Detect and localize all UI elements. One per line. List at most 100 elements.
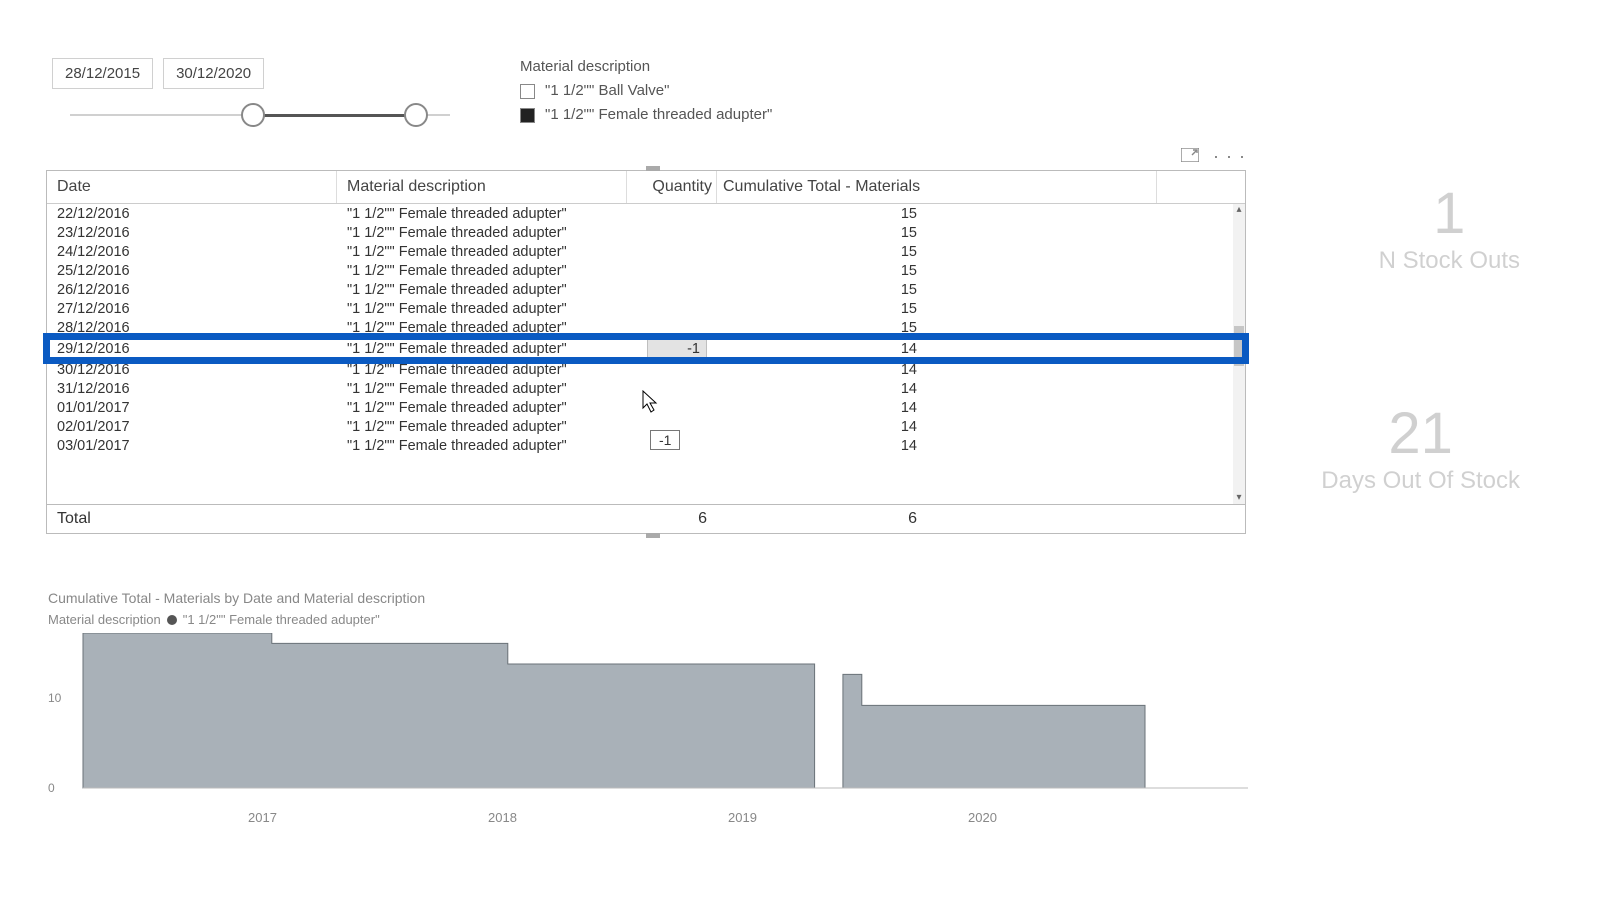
cell-desc: "1 1/2"" Female threaded adupter" (337, 360, 627, 379)
cell-cum: 15 (717, 204, 1157, 223)
legend-marker-icon (167, 615, 177, 625)
cell-cum: 15 (717, 261, 1157, 280)
cell-date: 30/12/2016 (47, 360, 337, 379)
date-from-box[interactable]: 28/12/2015 (52, 58, 153, 89)
cell-qty (627, 288, 717, 291)
more-options-icon[interactable]: · · · (1213, 146, 1246, 167)
total-cum: 6 (717, 505, 1157, 533)
x-axis-tick: 2019 (728, 810, 757, 825)
cell-cum: 14 (717, 436, 1157, 455)
x-axis-tick: 2017 (248, 810, 277, 825)
cell-date: 01/01/2017 (47, 398, 337, 417)
cell-qty (627, 250, 717, 253)
cell-qty (627, 212, 717, 215)
cell-date: 25/12/2016 (47, 261, 337, 280)
cell-date: 31/12/2016 (47, 379, 337, 398)
cell-desc: "1 1/2"" Female threaded adupter" (337, 339, 627, 358)
cell-desc: "1 1/2"" Female threaded adupter" (337, 242, 627, 261)
cell-date: 28/12/2016 (47, 318, 337, 337)
cell-qty (627, 307, 717, 310)
slicer-title: Material description (520, 58, 772, 75)
table-body: 22/12/2016"1 1/2"" Female threaded adupt… (47, 204, 1245, 504)
cell-cum: 15 (717, 318, 1157, 337)
slider-fill (249, 114, 420, 117)
date-to-box[interactable]: 30/12/2020 (163, 58, 264, 89)
table-row[interactable]: 03/01/2017"1 1/2"" Female threaded adupt… (47, 436, 1245, 455)
cell-desc: "1 1/2"" Female threaded adupter" (337, 204, 627, 223)
materials-table[interactable]: Date Material description Quantity Cumul… (46, 170, 1246, 534)
checkbox-icon[interactable] (520, 84, 535, 99)
table-row[interactable]: 30/12/2016"1 1/2"" Female threaded adupt… (47, 360, 1245, 379)
table-row[interactable]: 26/12/2016"1 1/2"" Female threaded adupt… (47, 280, 1245, 299)
x-axis-tick: 2018 (488, 810, 517, 825)
table-row[interactable]: 31/12/2016"1 1/2"" Female threaded adupt… (47, 379, 1245, 398)
cell-qty (627, 406, 717, 409)
checkbox-checked-icon[interactable] (520, 108, 535, 123)
legend-title: Material description (48, 612, 161, 627)
cell-date: 26/12/2016 (47, 280, 337, 299)
kpi-label: Days Out Of Stock (1321, 467, 1520, 495)
cell-cum: 14 (717, 379, 1157, 398)
table-row[interactable]: 29/12/2016"1 1/2"" Female threaded adupt… (47, 337, 1245, 360)
cell-desc: "1 1/2"" Female threaded adupter" (337, 417, 627, 436)
cell-desc: "1 1/2"" Female threaded adupter" (337, 379, 627, 398)
cell-date: 27/12/2016 (47, 299, 337, 318)
table-row[interactable]: 22/12/2016"1 1/2"" Female threaded adupt… (47, 204, 1245, 223)
cell-date: 24/12/2016 (47, 242, 337, 261)
scroll-down-icon[interactable]: ▾ (1236, 492, 1241, 504)
cell-cum: 15 (717, 280, 1157, 299)
slicer-option-label: "1 1/2"" Ball Valve" (545, 79, 669, 103)
slider-handle-start[interactable] (241, 103, 265, 127)
table-total-row: Total 6 6 (47, 504, 1245, 533)
cell-date: 03/01/2017 (47, 436, 337, 455)
total-label: Total (47, 505, 337, 533)
y-axis-tick: 10 (48, 691, 61, 705)
col-header-desc[interactable]: Material description (337, 171, 627, 203)
resize-handle-top[interactable] (646, 166, 660, 171)
kpi-value: 21 (1321, 400, 1520, 467)
cell-desc: "1 1/2"" Female threaded adupter" (337, 299, 627, 318)
scroll-up-icon[interactable]: ▴ (1236, 204, 1241, 216)
table-row[interactable]: 24/12/2016"1 1/2"" Female threaded adupt… (47, 242, 1245, 261)
cell-desc: "1 1/2"" Female threaded adupter" (337, 318, 627, 337)
cell-qty (627, 368, 717, 371)
col-header-date[interactable]: Date (47, 171, 337, 203)
slicer-option-female-adapter[interactable]: "1 1/2"" Female threaded adupter" (520, 103, 772, 127)
cell-desc: "1 1/2"" Female threaded adupter" (337, 436, 627, 455)
area-chart-svg (48, 633, 1248, 803)
slicer-option-ball-valve[interactable]: "1 1/2"" Ball Valve" (520, 79, 772, 103)
cumulative-chart[interactable]: Cumulative Total - Materials by Date and… (48, 590, 1248, 823)
kpi-days-out[interactable]: 21 Days Out Of Stock (1321, 400, 1520, 495)
chart-plot-area[interactable]: 10 0 2017 2018 2019 2020 (48, 633, 1248, 823)
cell-cum: 15 (717, 299, 1157, 318)
focus-mode-icon[interactable] (1181, 148, 1199, 165)
cell-qty: -1 (627, 337, 717, 360)
table-row[interactable]: 27/12/2016"1 1/2"" Female threaded adupt… (47, 299, 1245, 318)
chart-title: Cumulative Total - Materials by Date and… (48, 590, 1248, 606)
cell-cum: 14 (717, 417, 1157, 436)
col-header-qty[interactable]: Quantity (627, 171, 717, 203)
slider-handle-end[interactable] (404, 103, 428, 127)
legend-series-label: "1 1/2"" Female threaded adupter" (183, 612, 380, 627)
date-range-slider[interactable] (70, 100, 450, 132)
table-row[interactable]: 23/12/2016"1 1/2"" Female threaded adupt… (47, 223, 1245, 242)
cell-tooltip: -1 (650, 430, 680, 450)
cell-date: 02/01/2017 (47, 417, 337, 436)
kpi-stock-outs[interactable]: 1 N Stock Outs (1379, 180, 1520, 275)
cell-date: 29/12/2016 (47, 339, 337, 358)
resize-handle-bottom[interactable] (646, 533, 660, 538)
table-row[interactable]: 28/12/2016"1 1/2"" Female threaded adupt… (47, 318, 1245, 337)
y-axis-tick: 0 (48, 781, 55, 795)
date-range-slicer[interactable]: 28/12/2015 30/12/2020 (52, 58, 264, 89)
cell-date: 22/12/2016 (47, 204, 337, 223)
table-row[interactable]: 25/12/2016"1 1/2"" Female threaded adupt… (47, 261, 1245, 280)
table-row[interactable]: 02/01/2017"1 1/2"" Female threaded adupt… (47, 417, 1245, 436)
col-header-cum[interactable]: Cumulative Total - Materials (717, 171, 1157, 203)
cell-qty (627, 231, 717, 234)
cell-cum: 14 (717, 339, 1157, 358)
cell-qty (627, 326, 717, 329)
table-row[interactable]: 01/01/2017"1 1/2"" Female threaded adupt… (47, 398, 1245, 417)
chart-legend[interactable]: Material description "1 1/2"" Female thr… (48, 612, 1248, 627)
cell-desc: "1 1/2"" Female threaded adupter" (337, 398, 627, 417)
material-description-slicer[interactable]: Material description "1 1/2"" Ball Valve… (520, 58, 772, 127)
